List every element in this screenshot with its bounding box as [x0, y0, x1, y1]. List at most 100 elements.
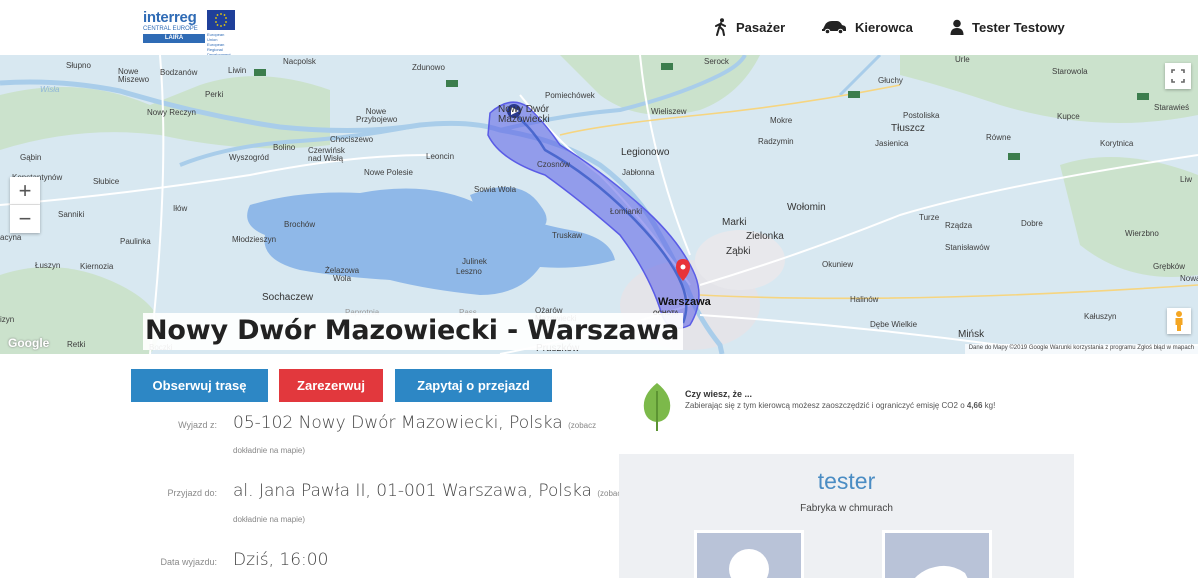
observe-route-button[interactable]: Obserwuj trasę [131, 369, 268, 402]
map-label: Pomiechówek [545, 91, 595, 100]
map-label: Legionowo [621, 147, 670, 158]
map-label: Okuniew [822, 260, 854, 269]
map-label: Jabłonna [622, 168, 655, 177]
map-label: Słupno [66, 61, 91, 70]
map-label-warszawa: Warszawa [658, 296, 711, 308]
driver-avatar[interactable] [694, 530, 804, 578]
map-label: izyn [0, 315, 15, 324]
map-label: Radzymin [758, 137, 794, 146]
map-label: Starawieś [1154, 103, 1190, 112]
map-label: Ząbki [726, 246, 751, 257]
map-label: Słubice [93, 177, 120, 186]
map-label: Kałuszyn [1084, 312, 1117, 321]
reserve-button[interactable]: Zarezerwuj [279, 369, 383, 402]
map-label: Rządza [945, 221, 973, 230]
map-label: Zdunowo [412, 63, 445, 72]
map-label: Wyszogród [229, 153, 269, 162]
map-label: Sochaczew [262, 292, 314, 303]
map-label: acyna [0, 233, 22, 242]
map-label: Bodzanów [160, 68, 198, 77]
nav-driver[interactable]: Kierowca [821, 17, 913, 37]
map-label: Nowa [1180, 274, 1198, 283]
map-label: Retki [67, 340, 86, 349]
map-label-nowy-dwor: Nowy Dwór Mazowiecki [498, 104, 550, 125]
departure-map-link[interactable]: (zobacz [568, 421, 596, 430]
map-label: Urle [955, 55, 970, 64]
map-label: Chociszewo [330, 135, 374, 144]
car-icon [822, 21, 846, 34]
map-zoom-out-button[interactable]: − [10, 205, 40, 233]
map-label: Turze [919, 213, 940, 222]
map-label: Kiernozia [80, 262, 114, 271]
map-label: Wołomin [787, 202, 826, 213]
map-label: Mokre [770, 116, 793, 125]
logo-wordmark: interreg [143, 9, 197, 26]
arrival-map-link-continued[interactable]: dokładnie na mapie) [233, 515, 305, 524]
map-label: Marki [722, 217, 747, 228]
map-label: Iłów [173, 204, 188, 213]
map-label: Mińsk [958, 329, 985, 340]
map-label: Łuszyn [35, 261, 61, 270]
route-map[interactable]: Słupno Nowe Miszewo Bodzanów Liwin Nacpo… [0, 55, 1198, 354]
map-label: Wieliszew [651, 107, 687, 116]
departure-date-label: Data wyjazdu: [160, 557, 217, 567]
map-label: Kupce [1057, 112, 1080, 121]
map-label: Bolino [273, 143, 296, 152]
map-label: Truskaw [552, 231, 582, 240]
map-label: Liwin [228, 66, 247, 75]
map-label: Dębe Wielkie [870, 320, 918, 329]
interreg-logo[interactable]: interreg CENTRAL EUROPE LAIRA European U… [143, 9, 235, 62]
user-silhouette-icon [729, 549, 769, 578]
map-label: Jasienica [875, 139, 909, 148]
map-label: Czosnów [537, 160, 570, 169]
arrival-address: al. Jana Pawła II, 01-001 Warszawa, Pols… [233, 481, 592, 501]
departure-date-value: Dziś, 16:00 [233, 550, 329, 570]
map-label: Wierzbno [1125, 229, 1159, 238]
map-label: Tłuszcz [891, 123, 925, 134]
map-attribution[interactable]: Dane do Mapy ©2019 Google Warunki korzys… [964, 344, 1198, 354]
map-label: Nowe Miszewo [118, 67, 150, 84]
map-label: Postoliska [903, 111, 940, 120]
map-zoom-in-button[interactable]: + [10, 177, 40, 205]
map-label: Julinek [462, 257, 487, 266]
map-label: Głuchy [878, 76, 903, 85]
driver-name[interactable]: tester [619, 468, 1074, 495]
map-label: Nowe Przybojewo [356, 107, 398, 124]
map-label: Korytnica [1100, 139, 1134, 148]
map-label: Sanniki [58, 210, 85, 219]
pegman-icon [1175, 311, 1183, 331]
map-label: Perki [205, 90, 224, 99]
nav-passenger-label: Pasażer [736, 19, 786, 35]
eco-tip-text: Zabierając się z tym kierowcą możesz zao… [685, 401, 1045, 411]
nav-user-profile[interactable]: Tester Testowy [950, 17, 1065, 37]
nav-passenger[interactable]: Pasażer [714, 17, 785, 37]
driver-car-photo[interactable] [882, 530, 992, 578]
map-label: Brochów [284, 220, 316, 229]
map-label: Leoncin [426, 152, 455, 161]
map-label: Wisła [40, 85, 60, 94]
map-label: Żelazowa Wola [324, 266, 360, 283]
street-view-button[interactable] [1167, 308, 1191, 334]
map-label: Sowia Wola [474, 185, 517, 194]
map-label: Stanisławów [945, 243, 990, 252]
route-title: Nowy Dwór Mazowiecki - Warszawa [143, 313, 684, 350]
eu-flag-icon [207, 10, 235, 30]
top-navigation-bar: interreg CENTRAL EUROPE LAIRA European U… [0, 0, 1198, 62]
departure-map-link-continued[interactable]: dokładnie na mapie) [233, 446, 305, 455]
map-label: Grębków [1153, 262, 1186, 271]
eco-tip-title: Czy wiesz, że ... [685, 389, 753, 399]
arrival-label: Przyjazd do: [167, 488, 217, 498]
user-icon [950, 19, 964, 35]
departure-label: Wyjazd z: [178, 420, 217, 430]
ask-about-ride-button[interactable]: Zapytaj o przejazd [395, 369, 552, 402]
map-label: Czerwińsk nad Wisłą [308, 146, 345, 163]
map-label: Nacpolsk [283, 57, 316, 66]
map-label: Paulinka [120, 237, 151, 246]
eco-tip-text-suffix: kg! [982, 401, 996, 410]
page: interreg CENTRAL EUROPE LAIRA European U… [0, 0, 1198, 578]
map-label: Liw [1180, 175, 1193, 184]
map-label: Młodzieszyn [232, 235, 277, 244]
map-label: Halinów [850, 295, 879, 304]
google-logo: Google [8, 336, 50, 350]
map-fullscreen-button[interactable] [1165, 63, 1191, 89]
